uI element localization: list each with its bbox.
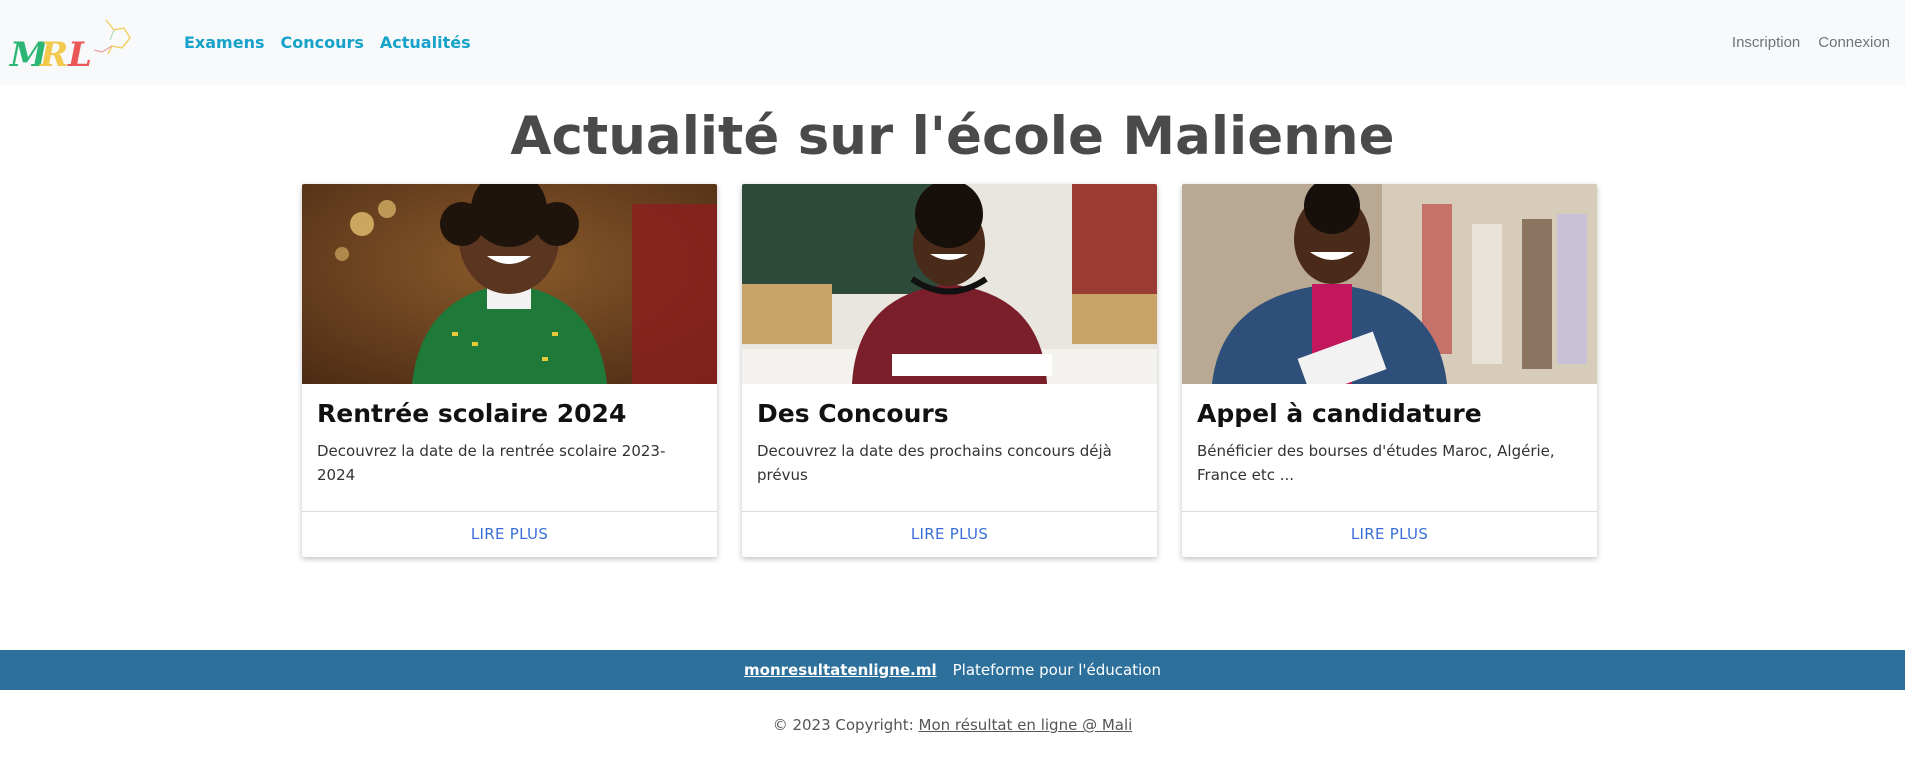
auth-nav: Inscription Connexion: [1732, 0, 1890, 85]
card-title: Des Concours: [757, 399, 949, 428]
card-text: Decouvrez la date des prochains concours…: [757, 441, 1112, 484]
nav-link-actualites[interactable]: Actualités: [380, 33, 471, 52]
lire-plus-button[interactable]: LIRE PLUS: [911, 525, 988, 543]
news-card-rentree: Rentrée scolaire 2024 Decouvrez la date …: [302, 184, 717, 557]
news-card-concours: Des Concours Decouvrez la date des proch…: [742, 184, 1157, 557]
main-nav: Examens Concours Actualités: [184, 0, 471, 85]
card-footer: LIRE PLUS: [1182, 510, 1597, 557]
card-text: Decouvrez la date de la rentrée scolaire…: [317, 441, 666, 484]
site-logo[interactable]: M R L: [6, 12, 146, 75]
footer-band: monresultatenligne.ml Plateforme pour l'…: [0, 650, 1905, 690]
card-footer: LIRE PLUS: [302, 510, 717, 557]
inscription-link[interactable]: Inscription: [1732, 34, 1800, 51]
news-card-candidature: Appel à candidature Bénéficier des bours…: [1182, 184, 1597, 557]
footer-site-link[interactable]: monresultatenligne.ml: [744, 661, 937, 679]
connexion-link[interactable]: Connexion: [1818, 34, 1890, 51]
lire-plus-button[interactable]: LIRE PLUS: [1351, 525, 1428, 543]
footer-tagline: Plateforme pour l'éducation: [952, 661, 1161, 679]
card-image-rentree: [302, 184, 717, 384]
page-title: Actualité sur l'école Malienne: [510, 106, 1395, 167]
copyright-prefix: © 2023 Copyright:: [772, 716, 914, 734]
copyright: © 2023 Copyright: Mon résultat en ligne …: [0, 716, 1905, 734]
svg-text:R: R: [39, 35, 68, 74]
navbar: M R L Examens Concours Actualités Inscri…: [0, 0, 1905, 85]
card-title: Appel à candidature: [1197, 399, 1482, 428]
nav-link-concours[interactable]: Concours: [280, 33, 363, 52]
card-image-candidature: [1182, 184, 1597, 384]
card-text: Bénéficier des bourses d'études Maroc, A…: [1197, 441, 1555, 484]
lire-plus-button[interactable]: LIRE PLUS: [471, 525, 548, 543]
card-footer: LIRE PLUS: [742, 510, 1157, 557]
nav-link-examens[interactable]: Examens: [184, 33, 264, 52]
svg-text:L: L: [67, 35, 92, 74]
card-title: Rentrée scolaire 2024: [317, 399, 627, 428]
card-image-concours: [742, 184, 1157, 384]
copyright-link[interactable]: Mon résultat en ligne @ Mali: [919, 716, 1133, 734]
